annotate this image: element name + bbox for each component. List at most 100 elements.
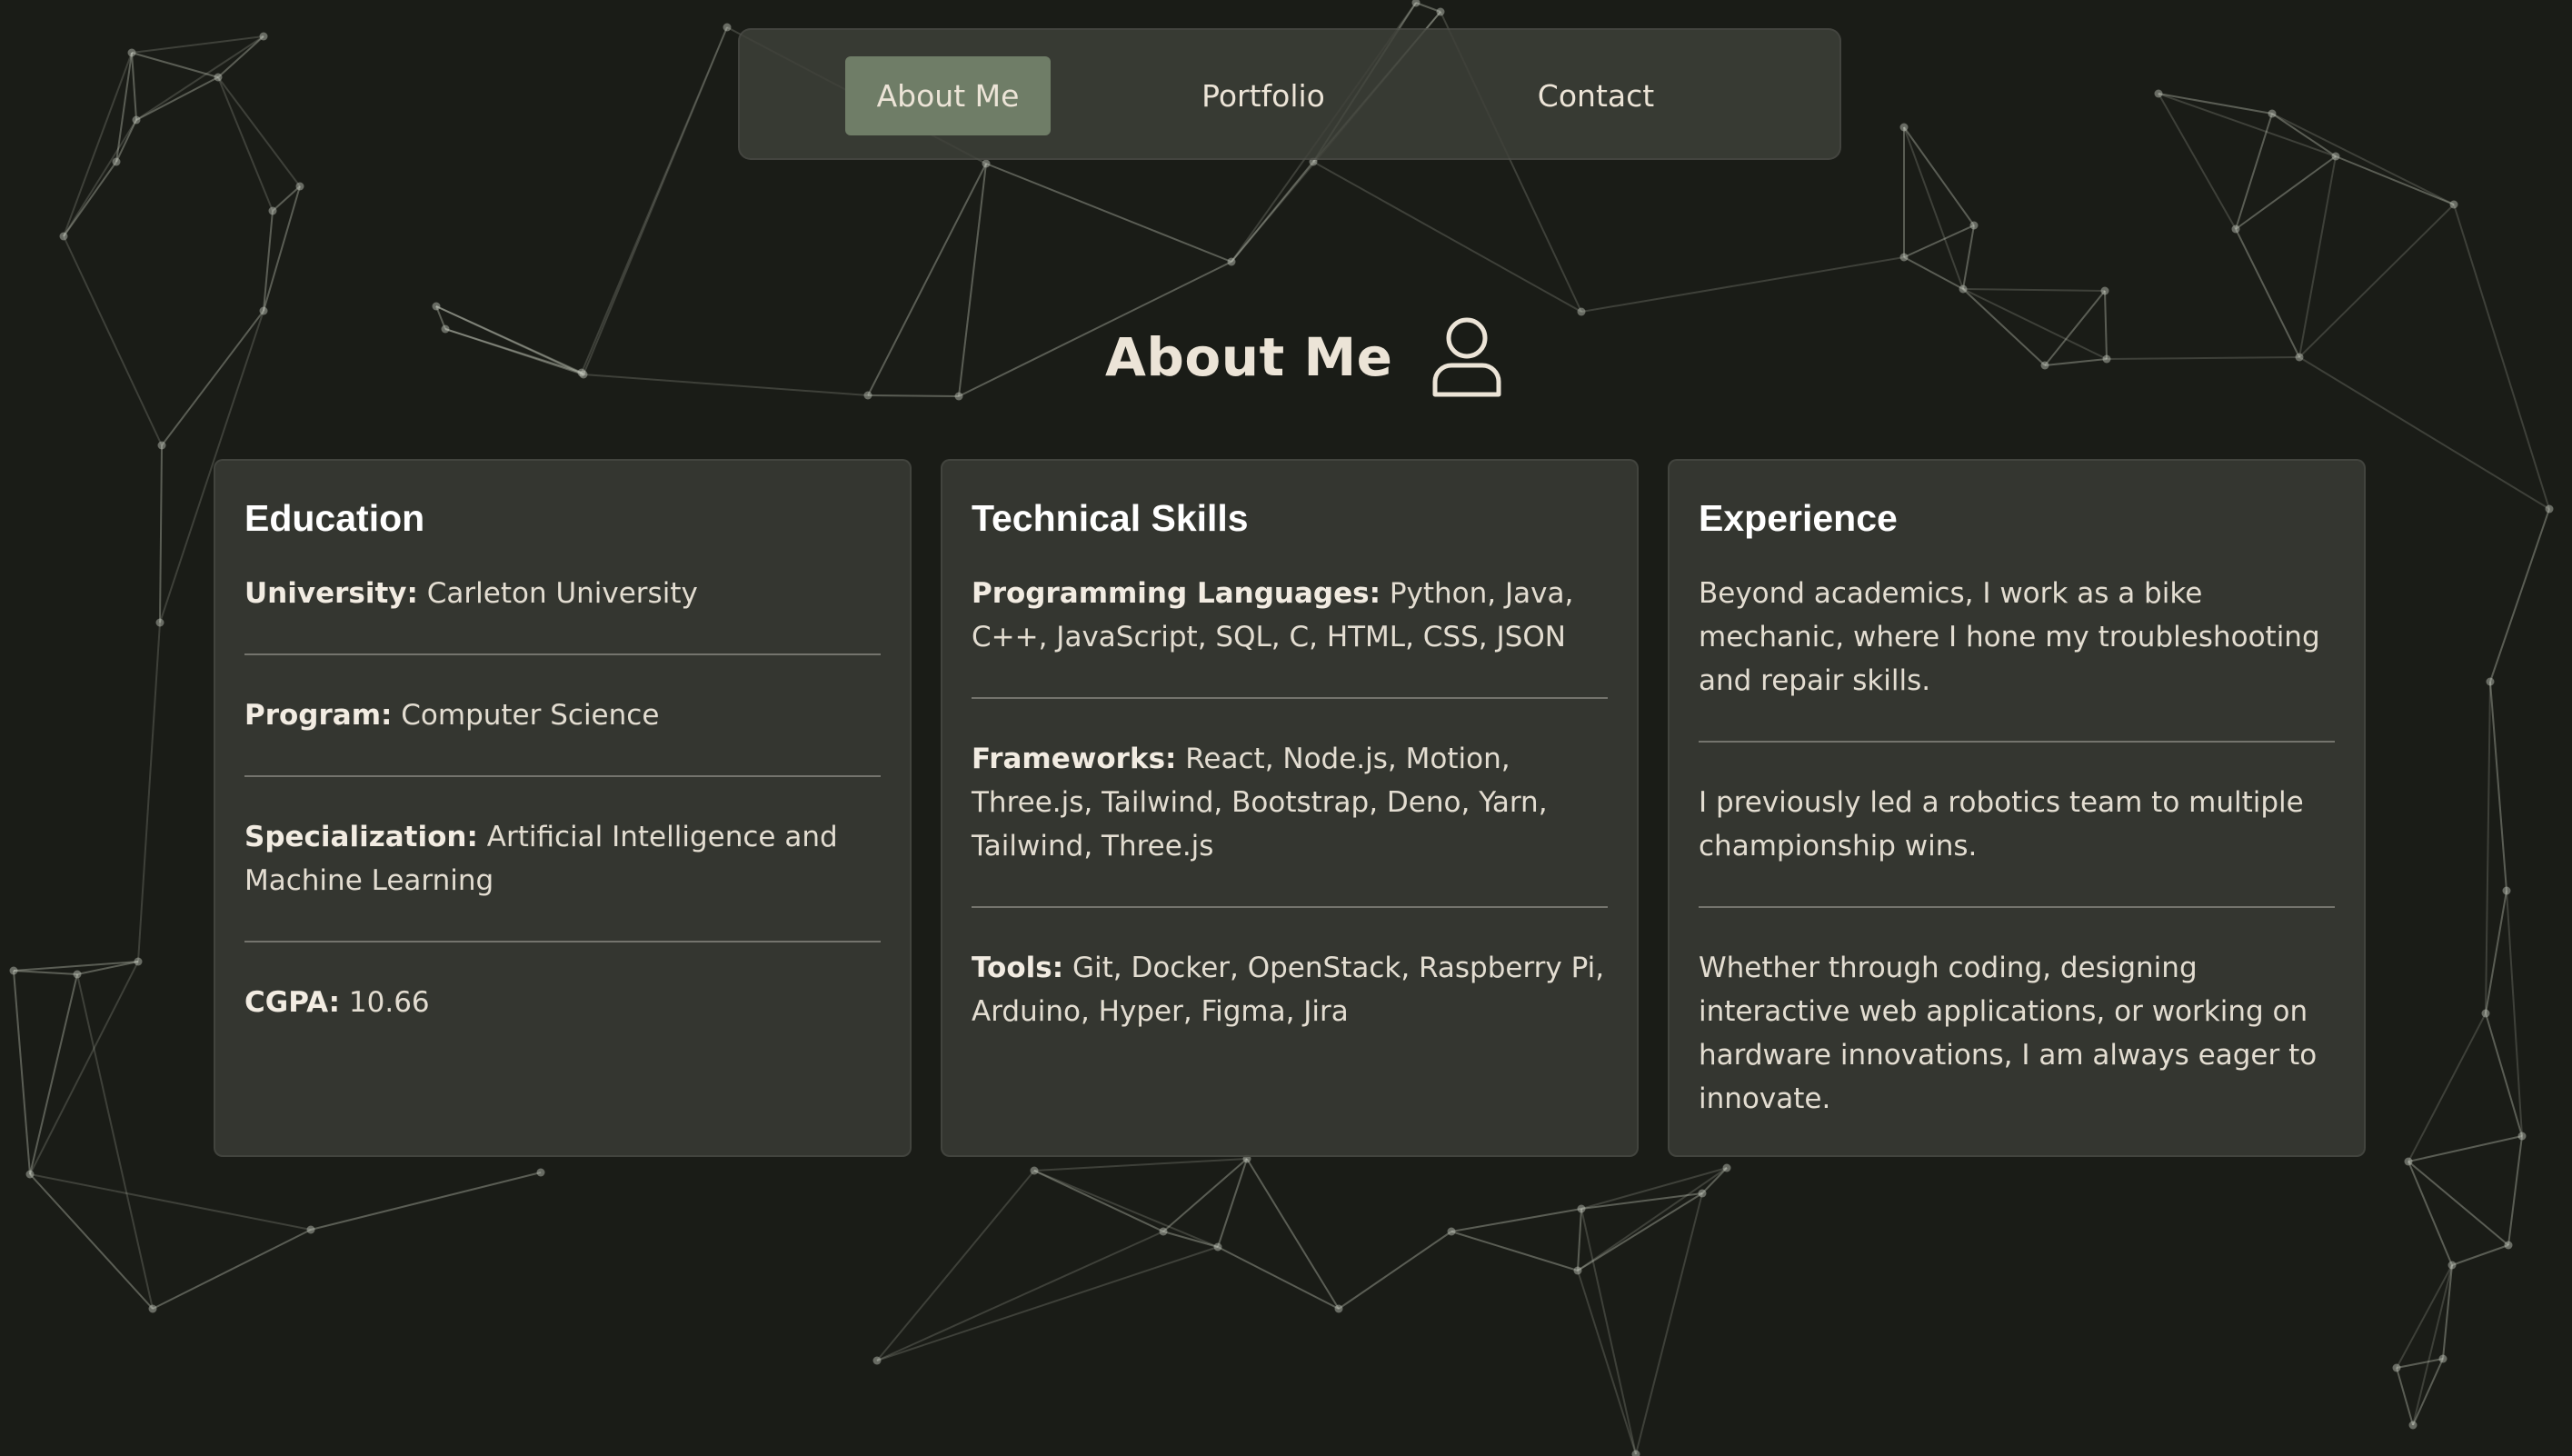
network-line (29, 961, 139, 1175)
network-line (2044, 358, 2108, 366)
network-line (444, 328, 584, 375)
network-line (1962, 224, 1975, 290)
network-node (536, 1168, 545, 1177)
network-line (1577, 1167, 1728, 1272)
education-entry-program: Program: Computer Science (244, 655, 881, 777)
education-entry-university: University: Carleton University (244, 557, 881, 655)
network-node (1722, 1163, 1731, 1172)
network-node (259, 306, 268, 315)
network-node (1959, 284, 1968, 294)
network-node (2100, 286, 2109, 295)
network-line (2335, 155, 2455, 205)
network-line (1962, 288, 2106, 292)
network-line (1962, 288, 2046, 366)
network-node (2404, 1157, 2413, 1166)
network-line (985, 163, 1232, 263)
network-node (2438, 1354, 2447, 1363)
network-node (1577, 307, 1586, 316)
network-node (723, 23, 732, 32)
network-node (1436, 7, 1445, 16)
skills-entry-languages: Programming Languages: Python, Java, C++… (972, 557, 1608, 699)
network-node (441, 324, 450, 334)
network-line (435, 305, 584, 375)
network-node (112, 157, 121, 166)
network-line (2507, 1135, 2523, 1246)
network-line (2485, 890, 2507, 1014)
network-line (131, 52, 219, 78)
network-node (25, 1170, 35, 1179)
network-line (2235, 155, 2337, 230)
network-line (2489, 508, 2550, 683)
nav-about-me[interactable]: About Me (845, 56, 1051, 135)
card-heading: Experience (1699, 497, 1898, 539)
network-line (1580, 1167, 1728, 1210)
network-node (954, 392, 963, 401)
network-line (1635, 1192, 1703, 1455)
network-node (2481, 1009, 2490, 1018)
network-line (217, 76, 301, 187)
experience-entry: I previously led a robotics team to mult… (1699, 743, 2335, 908)
skills-entry-tools: Tools: Git, Docker, OpenStack, Raspberry… (972, 908, 1608, 1072)
network-node (1573, 1266, 1582, 1275)
network-node (2502, 886, 2511, 895)
network-line (63, 235, 163, 446)
network-node (1227, 257, 1236, 266)
network-line (1903, 224, 1975, 258)
network-node (2331, 152, 2340, 161)
network-node (2268, 109, 2277, 118)
network-line (2158, 93, 2337, 157)
network-line (1450, 1208, 1582, 1232)
technical-skills-card: Technical Skills Programming Languages: … (941, 459, 1639, 1157)
network-node (1334, 1304, 1343, 1313)
network-line (2158, 93, 2237, 230)
network-line (1577, 1208, 1582, 1272)
entry-label: Program: (244, 699, 393, 732)
network-line (1580, 1192, 1703, 1210)
network-line (876, 1246, 1219, 1361)
network-line (13, 970, 31, 1175)
network-line (2451, 1244, 2509, 1266)
network-node (2295, 353, 2304, 362)
network-line (2485, 681, 2491, 1014)
network-line (1903, 256, 1964, 290)
entry-value: Git, Docker, OpenStack, Raspberry Pi, Ar… (972, 952, 1605, 1028)
entry-value: Carleton University (417, 577, 698, 610)
education-entry-cgpa: CGPA: 10.66 (244, 942, 881, 1062)
network-node (259, 32, 268, 41)
entry-label: CGPA: (244, 986, 341, 1019)
network-node (2408, 1421, 2417, 1430)
network-line (958, 163, 987, 397)
card-heading: Technical Skills (972, 497, 1249, 539)
network-line (29, 973, 78, 1175)
network-line (1903, 126, 1975, 226)
network-node (2517, 1132, 2527, 1141)
network-line (137, 622, 161, 962)
network-line (2453, 204, 2550, 510)
network-node (2486, 677, 2495, 686)
nav-portfolio[interactable]: Portfolio (1172, 56, 1354, 135)
network-node (2040, 361, 2049, 370)
network-line (1312, 161, 1582, 313)
page-title: About Me (1105, 326, 1393, 388)
education-card: Education University: Carleton Universit… (214, 459, 912, 1157)
section-header: About Me (1105, 316, 1502, 398)
network-node (1698, 1189, 1707, 1198)
entry-label: Frameworks: (972, 743, 1177, 775)
network-line (2408, 1161, 2453, 1266)
network-node (2449, 200, 2458, 209)
network-node (2504, 1241, 2513, 1250)
nav-contact[interactable]: Contact (1505, 56, 1687, 135)
network-line (876, 1231, 1164, 1361)
network-node (214, 73, 223, 82)
network-line (867, 394, 960, 397)
network-line (2396, 1358, 2444, 1369)
network-line (2408, 1161, 2509, 1246)
experience-entry: Whether through coding, designing intera… (1699, 952, 2318, 1115)
network-line (2396, 1367, 2414, 1426)
network-node (2154, 89, 2163, 98)
network-line (1338, 1231, 1452, 1310)
network-line (1033, 1158, 1248, 1172)
network-node (59, 232, 68, 241)
network-node (9, 966, 18, 975)
network-line (867, 163, 987, 396)
